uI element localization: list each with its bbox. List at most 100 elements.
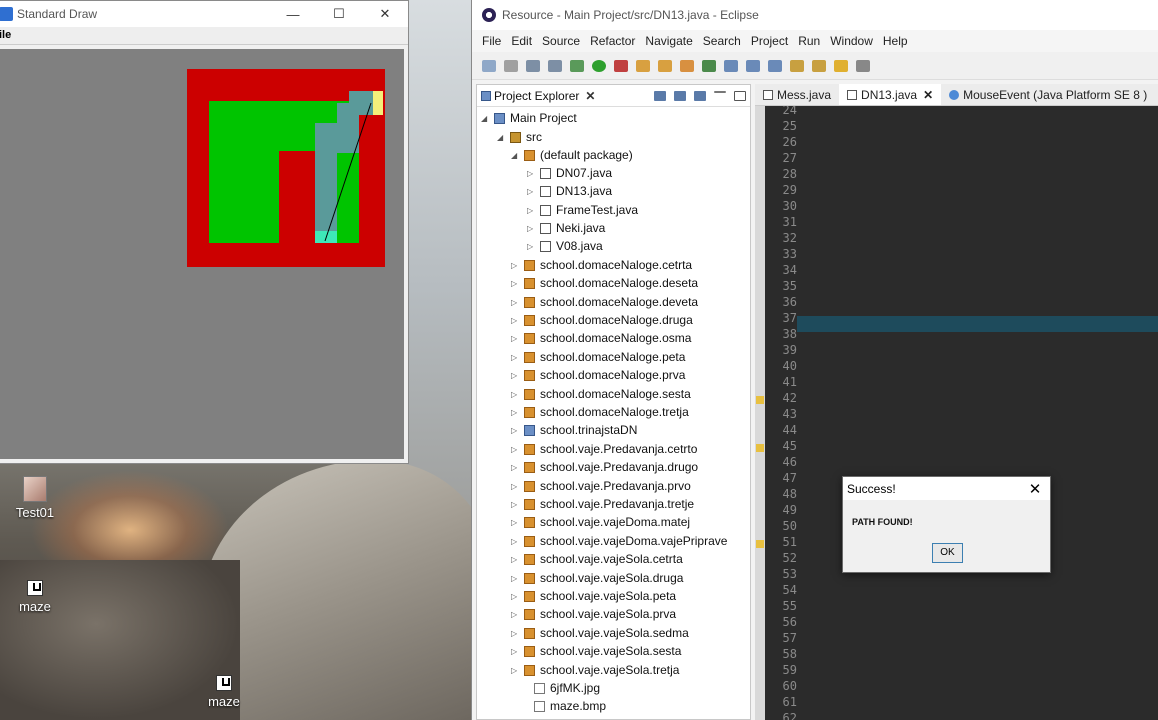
tree-item-package[interactable]: ▷ school.domaceNaloge.druga [511,311,693,329]
tree-item-package[interactable]: ▷ school.domaceNaloge.tretja [511,403,689,421]
collapse-arrow-icon[interactable]: ▷ [511,482,521,491]
menu-edit[interactable]: Edit [511,34,532,48]
tree-item-file[interactable]: 6jfMK.jpg [521,679,600,697]
collapse-arrow-icon[interactable]: ▷ [511,353,521,362]
tree-item-package[interactable]: ▷ school.vaje.vajeDoma.vajePriprave [511,532,727,550]
tree-item-package[interactable]: ▷ school.vaje.vajeSola.peta [511,587,676,605]
collapse-arrow-icon[interactable]: ▷ [511,666,521,675]
tree-item-file[interactable]: ▷ DN13.java [527,182,612,200]
next-annotation-icon[interactable] [790,59,804,72]
search-icon[interactable] [724,59,738,72]
tree-item-package[interactable]: ▷ school.domaceNaloge.prva [511,366,685,384]
close-icon[interactable]: ✕ [1020,480,1050,498]
toggle-mark-icon[interactable] [768,59,782,72]
menu-navigate[interactable]: Navigate [645,34,692,48]
code-area[interactable]: 24 25 26 27 28 29 30 31 32 33 34 35 36 3… [755,106,1158,720]
menu-help[interactable]: Help [883,34,908,48]
tree-item-package[interactable]: ▷ school.vaje.vajeSola.druga [511,569,683,587]
tree-item-package[interactable]: ▷ school.vaje.vajeSola.sedma [511,624,689,642]
collapse-arrow-icon[interactable]: ▷ [511,316,521,325]
tree-item-package[interactable]: ▷ school.trinajstaDN [511,421,637,439]
maximize-icon[interactable]: ☐ [316,1,362,27]
menu-project[interactable]: Project [751,34,788,48]
tree-item-package[interactable]: ◢ (default package) [511,146,633,164]
tree-item-package[interactable]: ▷ school.domaceNaloge.sesta [511,385,691,403]
file-menu[interactable]: ile [0,27,408,45]
tree-item-package[interactable]: ▷ school.vaje.Predavanja.tretje [511,495,694,513]
close-icon[interactable]: ✕ [585,89,595,103]
menu-search[interactable]: Search [703,34,741,48]
collapse-arrow-icon[interactable]: ▷ [511,629,521,638]
desktop-icon-test01[interactable]: Test01 [0,476,70,520]
tree-item-src[interactable]: ◢ src [497,128,542,146]
collapse-arrow-icon[interactable]: ▷ [511,537,521,546]
collapse-arrow-icon[interactable]: ▷ [511,610,521,619]
tree-item-package[interactable]: ▷ school.domaceNaloge.cetrta [511,256,692,274]
collapse-arrow-icon[interactable]: ▷ [527,224,537,233]
tree-item-package[interactable]: ▷ school.vaje.vajeDoma.matej [511,513,690,531]
title-bar[interactable]: Resource - Main Project/src/DN13.java - … [472,0,1158,30]
collapse-arrow-icon[interactable]: ▷ [511,426,521,435]
collapse-arrow-icon[interactable]: ▷ [511,279,521,288]
maximize-icon[interactable] [734,90,746,101]
external-tools-icon[interactable] [614,59,628,72]
save-all-icon[interactable] [548,59,562,72]
tree-item-package[interactable]: ▷ school.domaceNaloge.osma [511,329,691,347]
collapse-arrow-icon[interactable]: ▷ [511,555,521,564]
back-icon[interactable] [834,59,848,72]
menu-file[interactable]: File [482,34,501,48]
tree-item-file[interactable]: ▷ Neki.java [527,219,605,237]
desktop-icon-maze-2[interactable]: maze [189,675,259,709]
menu-window[interactable]: Window [830,34,873,48]
menu-run[interactable]: Run [798,34,820,48]
menu-refactor[interactable]: Refactor [590,34,635,48]
dialog-title-bar[interactable]: Success! ✕ [843,477,1050,500]
collapse-arrow-icon[interactable]: ▷ [511,390,521,399]
tab-mess-java[interactable]: Mess.java [755,84,839,105]
collapse-arrow-icon[interactable]: ▷ [511,261,521,270]
new-java-project-icon[interactable] [636,59,650,72]
tree-item-package[interactable]: ▷ school.vaje.Predavanja.cetrto [511,440,697,458]
collapse-arrow-icon[interactable]: ▷ [527,242,537,251]
expand-arrow-icon[interactable]: ◢ [511,151,521,160]
tree-item-package[interactable]: ▷ school.vaje.Predavanja.drugo [511,458,698,476]
tree-item-file[interactable]: ▷ DN07.java [527,164,612,182]
tree-item-package[interactable]: ▷ school.vaje.vajeSola.cetrta [511,550,683,568]
collapse-arrow-icon[interactable]: ▷ [511,463,521,472]
collapse-arrow-icon[interactable]: ▷ [511,408,521,417]
new-class-icon[interactable] [680,59,694,72]
minimize-icon[interactable] [714,90,726,93]
ok-button[interactable]: OK [932,543,963,563]
collapse-all-icon[interactable] [654,90,666,101]
collapse-arrow-icon[interactable]: ▷ [511,334,521,343]
collapse-arrow-icon[interactable]: ▷ [511,592,521,601]
tab-mouseevent[interactable]: MouseEvent (Java Platform SE 8 ) [941,84,1155,105]
expand-arrow-icon[interactable]: ◢ [497,133,507,142]
close-icon[interactable]: ✕ [923,88,933,102]
tree-item-file[interactable]: ▷ FrameTest.java [527,201,638,219]
open-type-icon[interactable] [702,59,716,72]
collapse-arrow-icon[interactable]: ▷ [527,169,537,178]
tab-dn13-java[interactable]: DN13.java ✕ [839,84,942,105]
prev-annotation-icon[interactable] [812,59,826,72]
forward-icon[interactable] [856,59,870,72]
menu-source[interactable]: Source [542,34,580,48]
run-icon[interactable] [592,59,606,72]
save-icon[interactable] [526,59,540,72]
debug-icon[interactable] [570,59,584,72]
tree-item-package[interactable]: ▷ school.domaceNaloge.deveta [511,293,698,311]
tree-item-project[interactable]: ◢ Main Project [481,109,577,127]
drawing-canvas[interactable] [0,49,404,459]
open-icon[interactable] [504,59,518,72]
minimize-icon[interactable]: — [270,1,316,27]
collapse-arrow-icon[interactable]: ▷ [511,647,521,656]
new-package-icon[interactable] [658,59,672,72]
collapse-arrow-icon[interactable]: ▷ [527,206,537,215]
annotation-icon[interactable] [746,59,760,72]
tree-item-package[interactable]: ▷ school.domaceNaloge.deseta [511,274,698,292]
desktop-icon-maze[interactable]: maze [0,580,70,614]
tree-item-package[interactable]: ▷ school.vaje.vajeSola.tretja [511,661,679,679]
collapse-arrow-icon[interactable]: ▷ [511,574,521,583]
close-icon[interactable]: ✕ [362,1,408,27]
collapse-arrow-icon[interactable]: ▷ [527,187,537,196]
